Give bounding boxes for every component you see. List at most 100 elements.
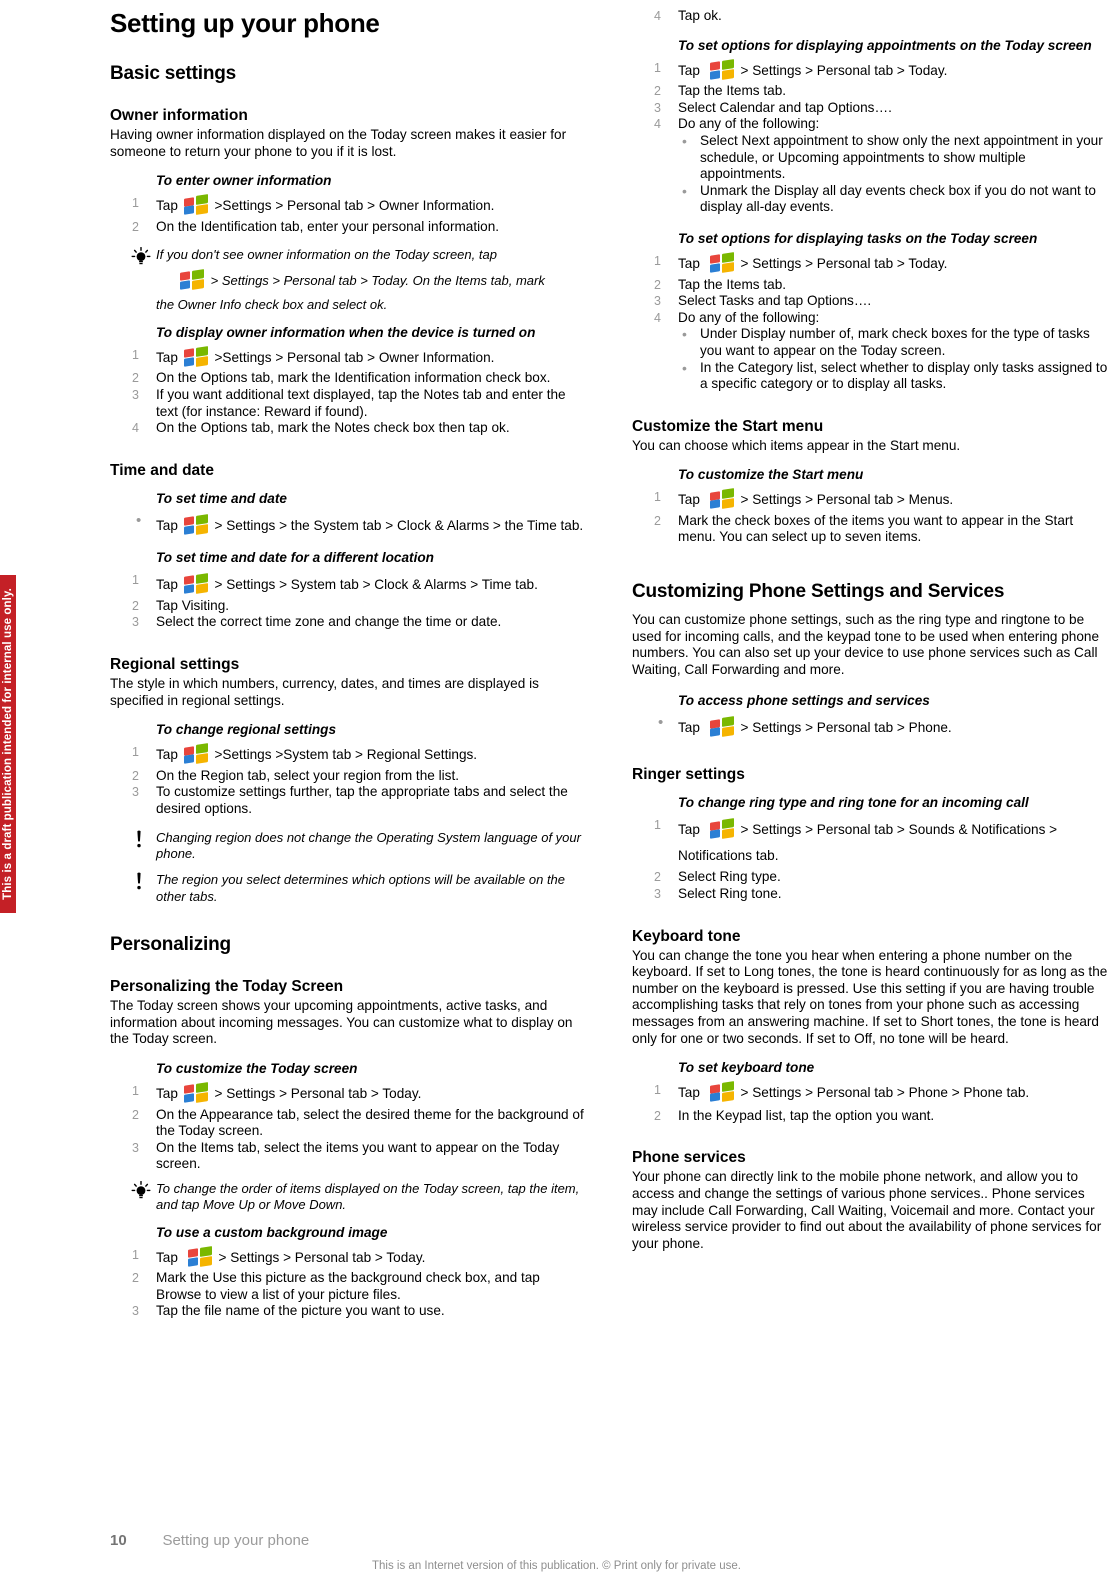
step-text-prefix: Tap xyxy=(678,62,700,78)
step-number: 2 xyxy=(132,598,139,613)
lightbulb-tip-icon xyxy=(130,247,152,267)
list-item: 4 Do any of the following: xyxy=(632,116,1110,133)
procedure-title-set-time-date: To set time and date xyxy=(156,490,287,506)
step-number: 1 xyxy=(132,745,139,760)
step-number: 3 xyxy=(132,1304,139,1319)
step-number: 3 xyxy=(132,387,139,402)
exclamation-note-icon xyxy=(130,872,152,892)
step-text: Mark the Use this picture as the backgro… xyxy=(156,1270,540,1302)
step-number: 1 xyxy=(654,1083,661,1098)
step-number: 3 xyxy=(654,294,661,309)
list-item: 3 To customize settings further, tap the… xyxy=(110,784,588,817)
step-number: 4 xyxy=(654,117,661,132)
step-text: On the Appearance tab, select the desire… xyxy=(156,1106,584,1139)
steps-customize-start-menu: 1 Tap > Settings > Personal tab > Menus.… xyxy=(632,488,1110,546)
step-number: 3 xyxy=(132,785,139,800)
step-text-prefix: Tap xyxy=(156,349,178,365)
list-item: 3 On the Items tab, select the items you… xyxy=(110,1140,588,1173)
section-title-personalizing: Personalizing xyxy=(110,934,231,956)
right-column: 4 Tap ok. To set options for displaying … xyxy=(632,0,1110,1252)
step-text: Tap the file name of the picture you wan… xyxy=(156,1303,445,1319)
bullet-icon: • xyxy=(682,359,687,376)
step-text: Select Tasks and tap Options…. xyxy=(678,293,872,309)
list-item: 1 Tap > Settings > System tab > Clock & … xyxy=(110,572,588,598)
step-text-suffix: > Settings > Personal tab > Today. xyxy=(740,62,948,78)
windows-logo-icon xyxy=(183,743,209,765)
procedure-title-change-regional-settings: To change regional settings xyxy=(156,722,337,738)
step-text: Tap Visiting. xyxy=(156,597,230,613)
list-item: 1 Tap > Settings > Personal tab > Menus. xyxy=(632,488,1110,510)
windows-logo-icon xyxy=(183,572,209,594)
step-text: In the Keypad list, tap the option you w… xyxy=(678,1107,935,1123)
list-item: 2 Tap the Items tab. xyxy=(632,83,1110,100)
windows-logo-icon xyxy=(183,513,209,535)
step-text: Select Ring type. xyxy=(678,869,781,885)
list-item: 2 Tap the Items tab. xyxy=(632,277,1110,294)
step-text: Tap the Items tab. xyxy=(678,276,787,292)
step-number: 1 xyxy=(132,196,139,211)
step-number: 1 xyxy=(654,490,661,505)
note-callout-region-options: The region you select determines which o… xyxy=(110,872,588,905)
procedure-title-enter-owner-info: To enter owner information xyxy=(156,173,332,189)
list-item: 1 Tap > Settings > Personal tab > Today. xyxy=(110,1081,588,1103)
steps-display-owner-info: 1 Tap >Settings > Personal tab > Owner I… xyxy=(110,345,588,437)
list-item: 2 On the Options tab, mark the Identific… xyxy=(110,370,588,387)
keyboard-tone-intro: You can change the tone you hear when en… xyxy=(632,947,1108,1046)
phone-settings-intro: You can customize phone settings, such a… xyxy=(632,612,1100,677)
step-number: 1 xyxy=(654,253,661,268)
step-text: Do any of the following: xyxy=(678,116,820,132)
windows-logo-icon xyxy=(183,194,209,216)
step-number: 3 xyxy=(132,1140,139,1155)
windows-logo-icon xyxy=(709,818,735,840)
step-text: Select Ring tone. xyxy=(678,886,782,902)
step-number: 2 xyxy=(654,870,661,885)
list-item: 2 Tap Visiting. xyxy=(110,598,588,615)
page-number: 10 xyxy=(110,1532,127,1549)
step-number: 2 xyxy=(654,513,661,528)
note-callout-region-language: Changing region does not change the Oper… xyxy=(110,830,588,863)
step-number: 3 xyxy=(132,615,139,630)
footer-chapter-label: Setting up your phone xyxy=(162,1532,310,1549)
step-text-prefix: Tap xyxy=(678,720,700,736)
steps-set-time-date: • Tap > Settings > the System tab > Cloc… xyxy=(110,513,588,539)
section-title-customizing-phone-settings: Customizing Phone Settings and Services xyxy=(632,581,1005,603)
list-item: 4 On the Options tab, mark the Notes che… xyxy=(110,420,588,437)
steps-appointments-options: 1 Tap > Settings > Personal tab > Today.… xyxy=(632,58,1110,133)
list-item: 2 Mark the Use this picture as the backg… xyxy=(110,1270,588,1303)
exclamation-note-icon xyxy=(130,830,152,850)
step-text: On the Region tab, select your region fr… xyxy=(156,767,459,783)
step-text: On the Options tab, mark the Notes check… xyxy=(156,420,510,436)
step-text: Do any of the following: xyxy=(678,309,820,325)
list-item: 2 On the Appearance tab, select the desi… xyxy=(110,1107,588,1140)
list-item: 2 Select Ring type. xyxy=(632,869,1110,886)
step-number: 1 xyxy=(654,60,661,75)
step-number: 4 xyxy=(654,310,661,325)
procedure-title-change-ring-type: To change ring type and ring tone for an… xyxy=(678,795,1029,811)
step-text-prefix: Tap xyxy=(156,517,178,533)
step-number: 4 xyxy=(132,421,139,436)
bullet-icon: • xyxy=(682,326,687,343)
step-text-suffix: > Settings > Personal tab > Today. xyxy=(214,1085,422,1101)
step-text-suffix: > Settings > Personal tab > Menus. xyxy=(740,492,954,508)
step-text: On the Identification tab, enter your pe… xyxy=(156,218,500,234)
bullet-icon: • xyxy=(682,132,687,149)
page-footer: 10 Setting up your phone xyxy=(110,1532,1010,1550)
tip-text: To change the order of items displayed o… xyxy=(156,1180,580,1213)
list-item: 3 Select Ring tone. xyxy=(632,886,1110,903)
step-text: Mark the check boxes of the items you wa… xyxy=(678,512,1074,545)
heading-personalizing-today-screen: Personalizing the Today Screen xyxy=(110,978,344,996)
list-item: 3 Select the correct time zone and chang… xyxy=(110,614,588,631)
step-text: Select Calendar and tap Options…. xyxy=(678,99,892,115)
step-text-suffix: > Settings > System tab > Clock & Alarms… xyxy=(214,576,538,592)
list-item: 3 Select Tasks and tap Options…. xyxy=(632,293,1110,310)
windows-logo-icon xyxy=(180,268,205,290)
list-item: 4 Tap ok. xyxy=(632,8,1110,25)
procedure-title-access-phone-settings: To access phone settings and services xyxy=(678,693,930,709)
bullet-icon: • xyxy=(658,714,664,732)
step-text: Tap ok. xyxy=(678,8,722,23)
heading-ringer-settings: Ringer settings xyxy=(632,766,745,784)
step-text-suffix: > Settings > Personal tab > Phone. xyxy=(740,720,952,736)
section-title-basic-settings: Basic settings xyxy=(110,63,237,84)
step-text-suffix: > Settings > Personal tab > Phone > Phon… xyxy=(740,1085,1030,1101)
windows-logo-icon xyxy=(709,488,735,510)
